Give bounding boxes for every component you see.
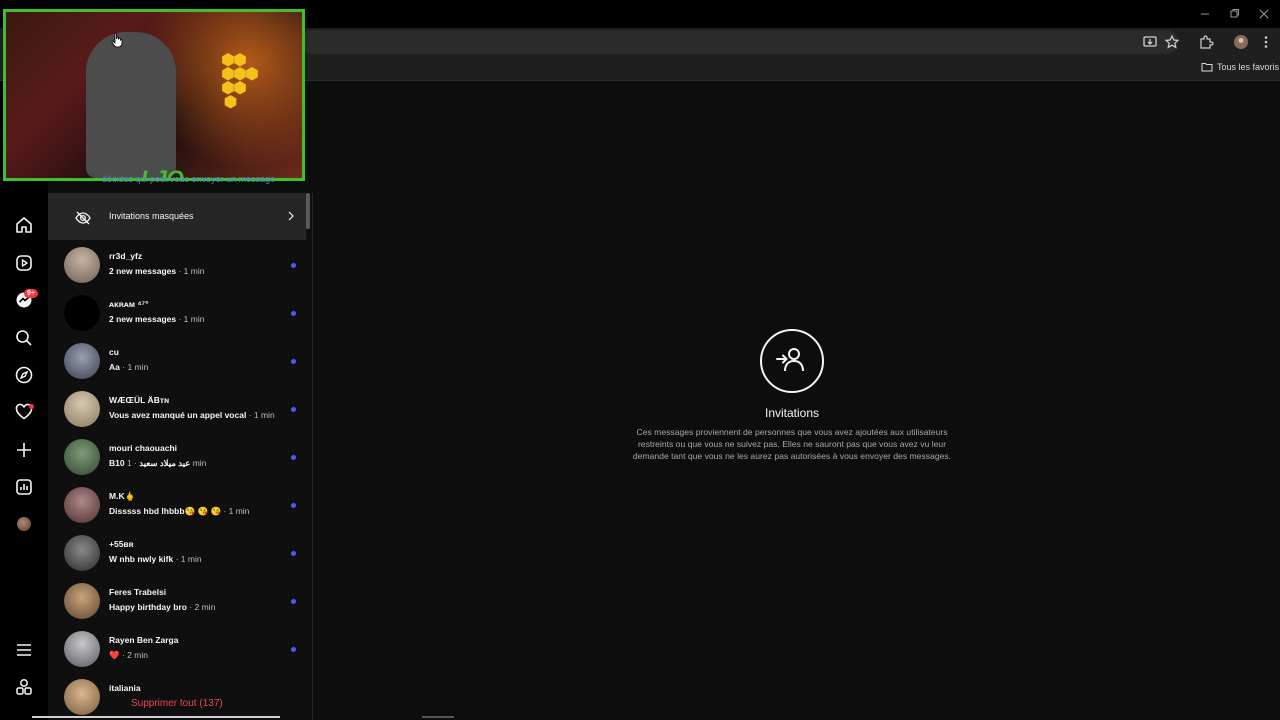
conversation-preview: Vous avez manqué un appel vocal (109, 410, 247, 420)
browser-menu-icon[interactable] (1258, 34, 1274, 50)
menu-icon[interactable] (14, 640, 34, 660)
search-icon[interactable] (14, 328, 34, 348)
hidden-invitations-label: Invitations masquées (109, 211, 194, 221)
unread-dot (291, 359, 296, 364)
conversation-item[interactable]: M.K🖕 Disssss hbd lhbbb😘 😘 😘 · 1 min (48, 481, 306, 529)
conversation-name: WÆŒÜL ÄBᴛɴ (109, 395, 170, 405)
invitations-title: Invitations (764, 406, 820, 420)
chevron-right-icon (286, 210, 296, 222)
bookmark-star-icon[interactable] (1164, 34, 1180, 50)
avatar (64, 439, 100, 475)
avatar (64, 487, 100, 523)
address-bar[interactable] (300, 30, 1178, 54)
unread-dot (291, 551, 296, 556)
message-controls-caption: décidez qui peut vous envoyer un message (102, 174, 276, 184)
conversation-name: M.K🖕 (109, 491, 136, 501)
unread-dot (291, 647, 296, 652)
create-icon[interactable] (14, 440, 34, 460)
conversation-preview: W nhb nwly kifk (109, 554, 174, 564)
avatar (64, 679, 100, 715)
conversation-preview: 2 new messages (109, 266, 177, 276)
eye-off-icon (74, 209, 92, 227)
hand-cursor-icon (111, 32, 123, 48)
invitations-icon (760, 329, 824, 393)
install-app-icon[interactable] (1142, 34, 1158, 50)
taskbar-indicator (32, 716, 280, 718)
dashboard-icon[interactable] (14, 477, 34, 497)
delete-all-button[interactable]: Supprimer tout (137) (131, 698, 223, 709)
notification-dot (29, 404, 34, 409)
unread-dot (291, 407, 296, 412)
reels-icon[interactable] (14, 253, 34, 273)
avatar (64, 535, 100, 571)
hidden-invitations-row[interactable]: Invitations masquées (48, 193, 306, 240)
conversation-name: rr3d_yfz (109, 251, 143, 261)
unread-dot (291, 599, 296, 604)
avatar (64, 391, 100, 427)
conversation-preview: B10 عيد ميلاد سعيد (109, 458, 191, 468)
conversation-item[interactable]: +55ʙʀ W nhb nwly kifk · 1 min (48, 529, 306, 577)
conversation-item[interactable]: rr3d_yfz 2 new messages · 1 min (48, 241, 306, 289)
conversation-name: mouri chaouachi (109, 443, 178, 453)
avatar (64, 247, 100, 283)
conversation-name: Feres Trabelsi (109, 587, 167, 597)
avatar (64, 583, 100, 619)
conversation-preview: ❤️ (109, 650, 120, 660)
conversation-time: · 1 min (178, 266, 205, 276)
conversation-time: · 1 min (178, 314, 205, 324)
conversation-name: cu (109, 347, 119, 357)
conversation-item[interactable]: cu Aa · 1 min (48, 337, 306, 385)
unread-dot (291, 455, 296, 460)
invitations-description: Ces messages proviennent de personnes qu… (632, 427, 952, 461)
explore-icon[interactable] (14, 365, 34, 385)
hexagon-lights: ⬢⬢ ⬢⬢⬢ ⬢⬢ ⬢ (221, 52, 259, 111)
profile-icon[interactable] (1233, 34, 1249, 50)
conversation-item[interactable]: mouri chaouachi B10 عيد ميلاد سعيد · 1 m… (48, 433, 306, 481)
webcam-person (86, 32, 176, 178)
unread-dot (291, 263, 296, 268)
all-bookmarks-folder[interactable]: Tous les favoris (1201, 62, 1279, 72)
messages-badge: 9+ (24, 289, 38, 298)
conversation-time: · 2 min (121, 650, 148, 660)
conversation-list: Invitations masquées rr3d_yfz 2 new mess… (48, 193, 313, 720)
taskbar-indicator (422, 716, 454, 718)
conversation-preview: 2 new messages (109, 314, 177, 324)
conversation-preview: Aa (109, 362, 120, 372)
threads-icon[interactable] (14, 677, 34, 697)
conversation-time: · 2 min (189, 602, 216, 612)
conversation-name: +55ʙʀ (109, 539, 134, 549)
conversation-name: italiania (109, 683, 141, 693)
conversation-preview: Disssss hbd lhbbb😘 😘 😘 (109, 506, 222, 516)
webcam-overlay: ⬢⬢ ⬢⬢⬢ ⬢⬢ ⬢ LJO (3, 9, 305, 181)
home-icon[interactable] (14, 215, 34, 235)
profile-avatar[interactable] (17, 517, 31, 531)
conversation-name: Rayen Ben Zarga (109, 635, 179, 645)
conversation-item[interactable]: ᴀᴋʀᴀᴍ ⁴⁷° 2 new messages · 1 min (48, 289, 306, 337)
conversation-item[interactable]: italiania (48, 673, 306, 720)
conversation-time: · 1 min (223, 506, 250, 516)
conversation-time: · 1 min (248, 410, 275, 420)
conversation-item[interactable]: Feres Trabelsi Happy birthday bro · 2 mi… (48, 577, 306, 625)
extensions-icon[interactable] (1198, 34, 1214, 50)
unread-dot (291, 311, 296, 316)
conversation-time: · 1 min (122, 362, 149, 372)
conversation-preview: Happy birthday bro (109, 602, 187, 612)
conversation-item[interactable]: Rayen Ben Zarga ❤️ · 2 min (48, 625, 306, 673)
minimize-icon[interactable] (1197, 6, 1213, 22)
close-icon[interactable] (1256, 6, 1272, 22)
restore-icon[interactable] (1226, 6, 1242, 22)
bookmarks-folder-label: Tous les favoris (1217, 62, 1280, 72)
unread-dot (291, 503, 296, 508)
folder-icon (1201, 63, 1213, 72)
avatar (64, 631, 100, 667)
avatar (64, 343, 100, 379)
list-scrollbar[interactable] (306, 193, 310, 229)
conversation-name: ᴀᴋʀᴀᴍ ⁴⁷° (109, 299, 149, 309)
conversation-time: · 1 min (175, 554, 202, 564)
avatar (64, 295, 100, 331)
conversation-item[interactable]: WÆŒÜL ÄBᴛɴ Vous avez manqué un appel voc… (48, 385, 306, 433)
